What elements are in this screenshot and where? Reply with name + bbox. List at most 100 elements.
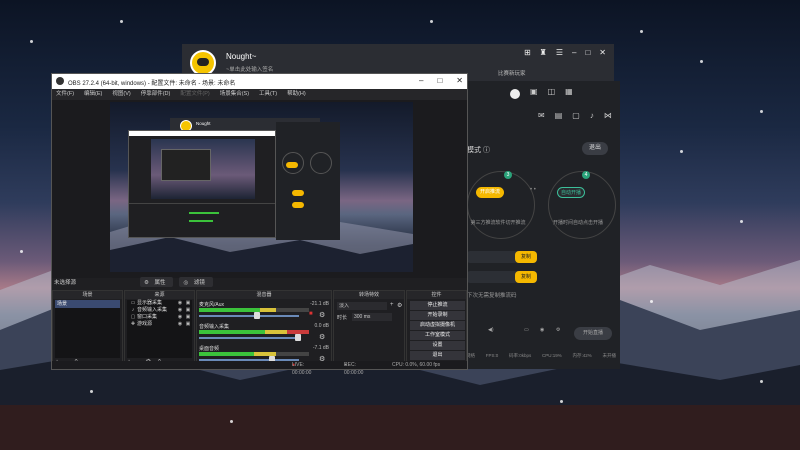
menu-view[interactable]: 视图(V) (112, 89, 130, 100)
user-signature[interactable]: ~单击此处输入签名 (226, 65, 273, 73)
menu-help[interactable]: 帮助(H) (287, 89, 306, 100)
obs-menubar: 文件(F) 编辑(E) 视图(V) 停靠部件(D) 配置文件(P) 场景集合(S… (52, 89, 467, 100)
lock-icon[interactable]: ▣ (184, 321, 192, 328)
toolbar-icons-2: ✉ ▤ ▢ ♪ ⋈ (538, 111, 612, 120)
calendar-icon[interactable]: ▤ (555, 111, 563, 120)
shirt-icon[interactable]: ♜ (540, 48, 547, 57)
eye-icon[interactable]: ◉ (176, 321, 184, 328)
gift-icon[interactable]: ✉ (538, 111, 545, 120)
filters-button[interactable]: ◎ 滤镜 (179, 277, 213, 287)
preview-area: Nought (52, 100, 467, 278)
properties-button[interactable]: ⚙ 属性 (140, 277, 174, 287)
minimize-icon[interactable]: – (572, 48, 576, 57)
gear-icon[interactable]: ⚙ (397, 302, 402, 309)
nested-user-name: Nought (196, 121, 211, 126)
start-push-button[interactable]: 开启推流 (476, 187, 504, 198)
auto-live-button[interactable]: 自动开播 (557, 187, 585, 198)
gear-icon[interactable]: ⚙ (319, 311, 327, 319)
controls-header: 控件 (407, 291, 466, 299)
skin-icon[interactable]: ⊞ (524, 48, 531, 57)
app-status-bar: 网络 FPS:0 码率:0kbps CPU:19% 内存:42% 未开播 (466, 353, 616, 358)
mute-icon[interactable]: ■ (309, 311, 317, 319)
studio-mode-button[interactable]: 工作室模式 (410, 331, 465, 340)
copy-key-button[interactable]: 复制 (515, 271, 537, 283)
copy-server-button[interactable]: 复制 (515, 251, 537, 263)
eye-icon[interactable]: ◉ (176, 300, 184, 307)
window-icon[interactable]: ▢ (572, 111, 580, 120)
no-source-selected: 未选择源 (54, 280, 77, 286)
menu-icon[interactable]: ☰ (556, 48, 563, 57)
toolbar-icons: ▣ ◫ ▦ (530, 87, 573, 96)
source-item[interactable]: ▢ 窗口采集 ◉ ▣ (127, 314, 192, 321)
cpu-status: CPU: 0.0%, 60.00 fps (392, 362, 441, 368)
eye-icon[interactable]: ◉ (176, 307, 184, 314)
step2-desc: 开播时间自动点击开播 (552, 220, 603, 226)
volume-knob[interactable] (254, 312, 260, 319)
lock-icon[interactable]: ▣ (184, 307, 192, 314)
eye-icon[interactable]: ◉ (176, 314, 184, 321)
close-icon[interactable]: ✕ (456, 76, 463, 85)
close-icon[interactable]: ✕ (599, 48, 606, 57)
bell-icon[interactable]: ♪ (590, 111, 594, 120)
step1-badge: 3 (504, 171, 512, 179)
add-icon[interactable]: + (390, 302, 394, 308)
obs-titlebar[interactable]: OBS 27.2.4 (64-bit, windows) - 配置文件: 未命名… (52, 74, 467, 89)
minimize-icon[interactable]: – (419, 76, 423, 85)
channel-name: 桌面音频 (199, 346, 220, 352)
arrow-icon: • • (530, 187, 536, 193)
streaming-app-panel: ▣ ◫ ▦ ✉ ▤ ▢ ♪ ⋈ 模式 ⓘ 退出 3 4 开启推流 自动开播 • … (462, 81, 620, 369)
step2-badge: 4 (582, 171, 590, 179)
exit-button[interactable]: 退出 (582, 142, 608, 155)
gamepad-icon: ✚ (130, 321, 136, 327)
gear-icon[interactable]: ⚙ (319, 333, 327, 341)
start-live-button[interactable]: 开始直播 (574, 327, 612, 340)
mixer-header: 混音器 (197, 291, 331, 299)
volume-meter (199, 352, 309, 356)
menu-tools[interactable]: 工具(T) (259, 89, 277, 100)
source-toolbar: ⚙ 属性 ◎ 滤镜 (140, 277, 213, 287)
volume-knob[interactable] (295, 334, 301, 341)
duration-field[interactable]: 300 ms (352, 313, 392, 321)
menu-scene-collection[interactable]: 场景集合(S) (220, 89, 249, 100)
stop-streaming-button[interactable]: 停止推流 (410, 301, 465, 310)
layout-icon[interactable]: ◫ (548, 87, 556, 96)
menu-profile[interactable]: 配置文件(P) (180, 89, 209, 100)
camera-icon[interactable]: ▭ (524, 327, 529, 333)
start-recording-button[interactable]: 开始录制 (410, 311, 465, 320)
mic-icon[interactable]: ◀) (488, 327, 494, 333)
volume-slider[interactable] (199, 315, 299, 317)
scene-item[interactable]: 场景 (55, 300, 120, 308)
preview-canvas[interactable]: Nought (110, 102, 413, 272)
transition-select[interactable]: 淡入 (337, 302, 387, 310)
window-controls: ⊞ ♜ ☰ – □ ✕ (524, 48, 606, 57)
mode-label: 模式 ⓘ (467, 147, 490, 154)
virtual-camera-button[interactable]: 启动虚拟摄像机 (410, 321, 465, 330)
sources-header: 来源 (125, 291, 194, 299)
obs-statusbar: ● LIVE: 00:00:00 ● REC: 00:00:00 CPU: 0.… (52, 361, 467, 376)
search-input[interactable]: 比赛新玩家 (490, 69, 602, 78)
share-icon[interactable]: ⋈ (604, 111, 612, 120)
nested-panels (129, 203, 275, 237)
volume-slider[interactable] (199, 337, 299, 339)
window-icon: ▢ (130, 314, 136, 320)
grid-icon[interactable]: ▦ (565, 87, 573, 96)
menu-edit[interactable]: 编辑(E) (84, 89, 102, 100)
exit-button[interactable]: 退出 (410, 351, 465, 360)
settings-icon[interactable]: ⚙ (556, 327, 560, 333)
menu-docks[interactable]: 停靠部件(D) (141, 89, 171, 100)
source-item[interactable]: ▭ 显示器采集 ◉ ▣ (127, 300, 192, 307)
menu-file[interactable]: 文件(F) (56, 89, 74, 100)
mixer-channel: 音频输入采集 0.0 dB ⚙ (199, 323, 329, 345)
source-item[interactable]: ✚ 游戏源 ◉ ▣ (127, 321, 192, 328)
lock-icon[interactable]: ▣ (184, 300, 192, 307)
lock-icon[interactable]: ▣ (184, 314, 192, 321)
maximize-icon[interactable]: □ (585, 48, 590, 57)
source-item[interactable]: ♪ 音频输入采集 ◉ ▣ (127, 307, 192, 314)
maximize-icon[interactable]: □ (437, 76, 442, 85)
screen-icon[interactable]: ▣ (530, 87, 538, 96)
channel-db: -21.1 dB (310, 301, 329, 307)
scenes-list: 场景 (55, 300, 120, 358)
eye-icon[interactable]: ◉ (540, 327, 544, 333)
obs-window-controls: – □ ✕ (419, 76, 463, 85)
settings-button[interactable]: 设置 (410, 341, 465, 350)
